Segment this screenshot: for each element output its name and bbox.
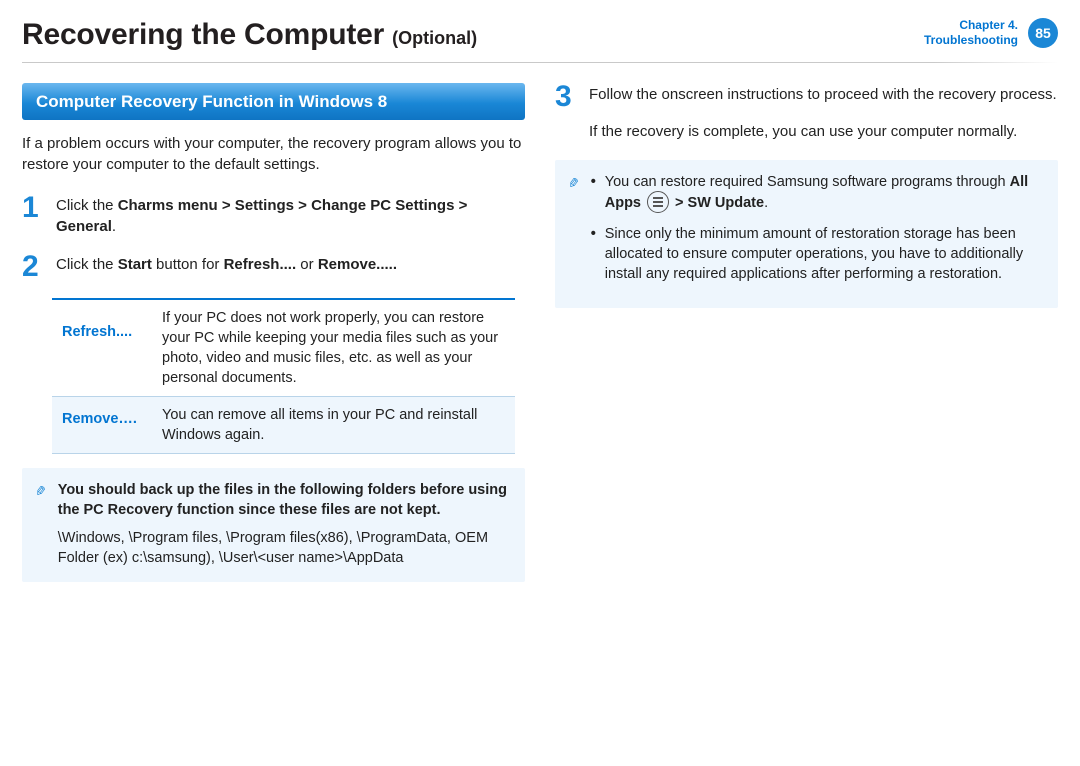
- list-item: Since only the minimum amount of restora…: [591, 224, 1044, 284]
- step-number-1: 1: [22, 194, 44, 223]
- step2-b2: Refresh....: [224, 256, 297, 273]
- page-number-badge: 85: [1028, 18, 1058, 48]
- list-item: You can restore required Samsung softwar…: [591, 172, 1044, 214]
- title-wrap: Recovering the Computer (Optional): [22, 18, 477, 52]
- all-apps-icon: [647, 191, 669, 213]
- item1-post: .: [764, 195, 768, 211]
- step-3-body: Follow the onscreen instructions to proc…: [589, 83, 1058, 106]
- options-table: Refresh.... If your PC does not work pro…: [52, 298, 515, 454]
- left-column: Computer Recovery Function in Windows 8 …: [22, 83, 525, 582]
- item1-pre: You can restore required Samsung softwar…: [605, 174, 1010, 190]
- table-row: Refresh.... If your PC does not work pro…: [52, 299, 515, 397]
- step3-line1: Follow the onscreen instructions to proc…: [589, 86, 1057, 103]
- refresh-desc: If your PC does not work properly, you c…: [152, 299, 515, 397]
- note-bold: You should back up the files in the foll…: [58, 480, 511, 520]
- right-column: 3 Follow the onscreen instructions to pr…: [555, 83, 1058, 582]
- note-paths: \Windows, \Program files, \Program files…: [58, 528, 511, 568]
- step-2-body: Click the Start button for Refresh.... o…: [56, 253, 525, 276]
- note-content: You can restore required Samsung softwar…: [591, 172, 1044, 294]
- item1-gt: >: [671, 195, 688, 211]
- remove-desc: You can remove all items in your PC and …: [152, 396, 515, 453]
- step2-b3: Remove.....: [318, 256, 397, 273]
- refresh-label: Refresh....: [52, 299, 152, 397]
- chapter-block: Chapter 4. Troubleshooting 85: [924, 18, 1058, 48]
- note-icon: [36, 480, 48, 501]
- step2-b1: Start: [118, 256, 152, 273]
- step2-pre: Click the: [56, 256, 118, 273]
- step2-mid1: button for: [152, 256, 224, 273]
- remove-label: Remove….: [52, 396, 152, 453]
- step3-line2: If the recovery is complete, you can use…: [555, 122, 1058, 143]
- chapter-text: Chapter 4. Troubleshooting: [924, 18, 1018, 48]
- step-1-body: Click the Charms menu > Settings > Chang…: [56, 194, 525, 237]
- backup-note-box: You should back up the files in the foll…: [22, 468, 525, 582]
- step1-pre: Click the: [56, 197, 118, 214]
- chapter-line-1: Chapter 4.: [924, 18, 1018, 33]
- sw-update-note-box: You can restore required Samsung softwar…: [555, 160, 1058, 308]
- step-2: 2 Click the Start button for Refresh....…: [22, 253, 525, 282]
- note-list: You can restore required Samsung softwar…: [591, 172, 1044, 284]
- section-banner: Computer Recovery Function in Windows 8: [22, 83, 525, 120]
- step-number-2: 2: [22, 253, 44, 282]
- step1-post: .: [112, 218, 116, 235]
- page-subtitle: (Optional): [392, 28, 477, 49]
- note-content: You should back up the files in the foll…: [58, 480, 511, 568]
- item1-b2: SW Update: [688, 195, 765, 211]
- page-header: Recovering the Computer (Optional) Chapt…: [0, 0, 1080, 52]
- step-3: 3 Follow the onscreen instructions to pr…: [555, 83, 1058, 112]
- intro-paragraph: If a problem occurs with your computer, …: [22, 134, 525, 175]
- table-row: Remove…. You can remove all items in you…: [52, 396, 515, 453]
- step-number-3: 3: [555, 83, 577, 112]
- chapter-line-2: Troubleshooting: [924, 33, 1018, 48]
- page-title: Recovering the Computer: [22, 18, 384, 52]
- note-icon: [569, 172, 581, 193]
- step1-bold: Charms menu > Settings > Change PC Setti…: [56, 197, 467, 235]
- content-columns: Computer Recovery Function in Windows 8 …: [0, 63, 1080, 582]
- step2-mid2: or: [296, 256, 318, 273]
- step-1: 1 Click the Charms menu > Settings > Cha…: [22, 194, 525, 237]
